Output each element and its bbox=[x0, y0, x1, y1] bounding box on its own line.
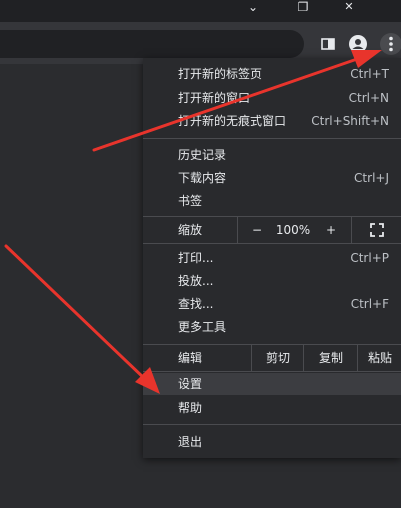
arrow-to-menu-button-icon bbox=[92, 50, 382, 152]
annotation-arrows bbox=[4, 50, 382, 394]
arrow-to-settings-icon bbox=[4, 244, 160, 394]
